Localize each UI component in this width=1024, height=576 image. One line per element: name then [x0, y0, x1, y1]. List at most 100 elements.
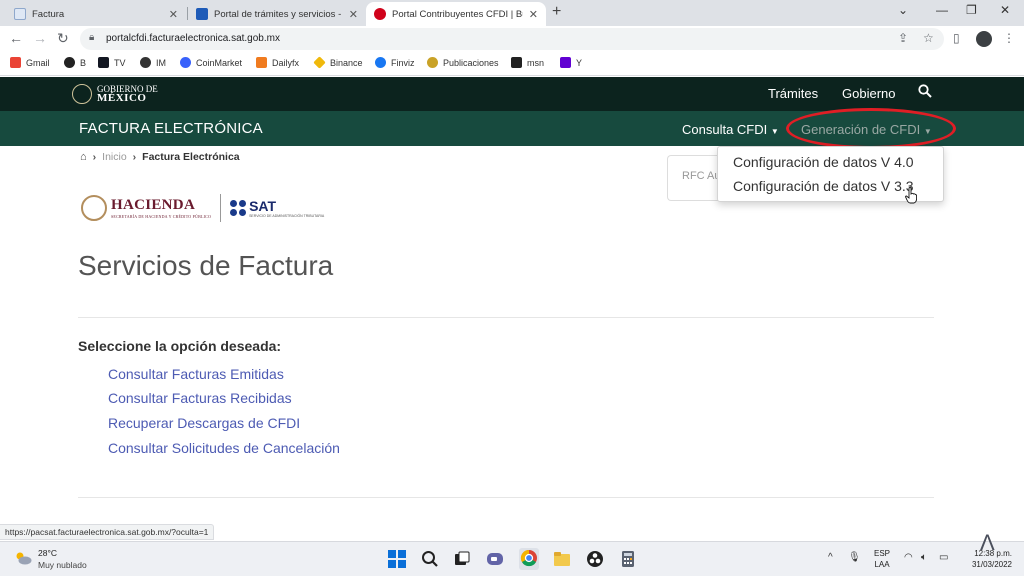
- obs-icon[interactable]: [586, 550, 604, 568]
- restore-icon[interactable]: ❐: [966, 3, 977, 17]
- consulta-cfdi-menu[interactable]: Consulta CFDI ▼: [682, 122, 779, 137]
- bookmark-star-icon[interactable]: ☆: [923, 31, 934, 45]
- options-prompt: Seleccione la opción deseada:: [78, 338, 282, 354]
- link-recuperar-descargas[interactable]: Recuperar Descargas de CFDI: [108, 415, 300, 431]
- divider: [78, 317, 934, 318]
- sat-dots-icon: [230, 200, 247, 216]
- chevron-up-icon[interactable]: ^: [828, 552, 833, 563]
- bookmark-b[interactable]: B: [64, 57, 86, 68]
- browser-toolbar: ← → ↻ 🔒︎ portalcfdi.facturaelectronica.s…: [0, 26, 1024, 52]
- start-icon[interactable]: [388, 550, 406, 568]
- close-icon[interactable]: ✕: [349, 8, 358, 21]
- coinmarket-icon: [180, 57, 191, 68]
- logo-divider: [220, 194, 222, 222]
- tab-search-icon[interactable]: ⌄: [898, 3, 908, 17]
- link-consultar-cancelacion[interactable]: Consultar Solicitudes de Cancelación: [108, 440, 340, 456]
- yahoo-icon: [560, 57, 571, 68]
- side-panel-icon[interactable]: ▯: [953, 31, 960, 45]
- bookmark-yahoo[interactable]: Y: [560, 57, 582, 68]
- weather-temperature[interactable]: 28°C: [38, 548, 57, 558]
- tab-title: Factura: [32, 8, 65, 20]
- publicaciones-icon: [427, 57, 438, 68]
- task-view-icon[interactable]: [453, 550, 471, 568]
- bookmark-coinmarket[interactable]: CoinMarket: [180, 57, 242, 68]
- bookmark-im[interactable]: IM: [140, 57, 166, 68]
- b-icon: [64, 57, 75, 68]
- search-icon[interactable]: [918, 84, 932, 102]
- url-text: portalcfdi.facturaelectronica.sat.gob.mx: [106, 33, 280, 44]
- lock-icon[interactable]: 🔒︎: [89, 32, 94, 43]
- document-icon: [14, 8, 26, 20]
- teams-chat-icon[interactable]: [486, 550, 504, 568]
- mexico-seal-icon: [72, 84, 92, 104]
- hacienda-seal-icon: [81, 195, 107, 221]
- caret-down-icon: ▼: [770, 127, 779, 136]
- hacienda-sat-logos: HACIENDA SECRETARÍA DE HACIENDA Y CRÉDIT…: [81, 194, 324, 222]
- link-consultar-emitidas[interactable]: Consultar Facturas Emitidas: [108, 366, 284, 382]
- finviz-icon: [375, 57, 386, 68]
- breadcrumb-separator: ›: [92, 151, 97, 163]
- bookmark-gmail[interactable]: Gmail: [10, 57, 50, 68]
- site-title[interactable]: FACTURA ELECTRÓNICA: [79, 120, 263, 137]
- minimize-icon[interactable]: —: [936, 3, 948, 17]
- highlight-ellipse: [786, 108, 956, 149]
- volume-icon[interactable]: 🔈︎: [921, 552, 927, 563]
- sat-logo: SAT SERVICIO DE ADMINISTRACIÓN TRIBUTARI…: [249, 198, 325, 218]
- address-bar[interactable]: 🔒︎ portalcfdi.facturaelectronica.sat.gob…: [80, 28, 944, 50]
- dailyfx-icon: [256, 57, 267, 68]
- new-tab-button[interactable]: +: [552, 3, 561, 21]
- search-icon[interactable]: [421, 550, 439, 568]
- tab-strip: Factura ✕ Portal de trámites y servicios…: [0, 0, 1024, 26]
- battery-icon[interactable]: ▭: [939, 552, 948, 563]
- bookmark-tv[interactable]: TV: [98, 57, 126, 68]
- breadcrumb: ⌂ › Inicio › Factura Electrónica: [80, 151, 240, 163]
- sat-icon: [196, 8, 208, 20]
- gmail-icon: [10, 57, 21, 68]
- weather-description[interactable]: Muy nublado: [38, 560, 87, 570]
- browser-tab-portal-cfdi[interactable]: Portal Contribuyentes CFDI | Bus ✕: [366, 2, 546, 26]
- bookmark-publicaciones[interactable]: Publicaciones: [427, 57, 499, 68]
- share-icon[interactable]: ⇪: [898, 31, 908, 45]
- breadcrumb-inicio[interactable]: Inicio: [102, 151, 127, 163]
- file-explorer-icon[interactable]: [553, 550, 571, 568]
- link-consultar-recibidas[interactable]: Consultar Facturas Recibidas: [108, 390, 292, 406]
- microphone-icon[interactable]: 🎙︎: [848, 552, 861, 563]
- cloudy-weather-icon[interactable]: [14, 550, 32, 566]
- bookmark-binance[interactable]: Binance: [313, 56, 363, 69]
- breadcrumb-separator: ›: [132, 151, 137, 163]
- nav-gobierno[interactable]: Gobierno: [842, 86, 895, 101]
- close-icon[interactable]: ✕: [169, 8, 178, 21]
- menu-item-config-v33[interactable]: Configuración de datos V 3.3: [733, 178, 914, 194]
- browser-tab-portal-tramites[interactable]: Portal de trámites y servicios - SAT ✕: [188, 2, 366, 26]
- im-icon: [140, 57, 151, 68]
- hacienda-logo: HACIENDA SECRETARÍA DE HACIENDA Y CRÉDIT…: [111, 197, 212, 219]
- breadcrumb-current: Factura Electrónica: [142, 151, 240, 163]
- profile-avatar[interactable]: [976, 31, 992, 47]
- bookmark-finviz[interactable]: Finviz: [375, 57, 415, 68]
- windows-taskbar: 28°C Muy nublado ^ 🎙︎ ESP LAA ◠ 🔈︎ ▭ 12:…: [0, 541, 1024, 576]
- msn-icon: [511, 57, 522, 68]
- hand-cursor-icon: [905, 187, 917, 204]
- bookmarks-bar: Gmail B TV IM CoinMarket Dailyfx Binance…: [0, 52, 1024, 76]
- bookmark-dailyfx[interactable]: Dailyfx: [256, 57, 299, 68]
- bookmark-msn[interactable]: msn: [511, 57, 544, 68]
- tab-title: Portal de trámites y servicios - SAT: [214, 8, 343, 20]
- menu-item-config-v40[interactable]: Configuración de datos V 4.0: [733, 154, 914, 170]
- gobierno-de-mexico-logo[interactable]: GOBIERNO DE MÉXICO: [72, 84, 158, 104]
- reload-icon[interactable]: ↻: [57, 30, 69, 47]
- calculator-icon[interactable]: [619, 550, 637, 568]
- menu-kebab-icon[interactable]: ⋮: [1003, 31, 1015, 45]
- tradingview-icon: [98, 57, 109, 68]
- forward-icon[interactable]: →: [33, 30, 47, 46]
- red-dot-icon: [374, 8, 386, 20]
- language-indicator[interactable]: ESP LAA: [874, 548, 890, 570]
- back-icon[interactable]: ←: [9, 30, 23, 46]
- home-icon[interactable]: ⌂: [80, 151, 87, 163]
- browser-tab-factura[interactable]: Factura ✕: [6, 2, 186, 26]
- chrome-taskbar-icon[interactable]: [519, 548, 539, 570]
- close-window-icon[interactable]: ✕: [1000, 3, 1010, 17]
- nav-tramites[interactable]: Trámites: [768, 86, 818, 101]
- close-icon[interactable]: ✕: [529, 8, 538, 21]
- tab-title: Portal Contribuyentes CFDI | Bus: [392, 8, 523, 20]
- wifi-icon[interactable]: ◠: [904, 552, 913, 563]
